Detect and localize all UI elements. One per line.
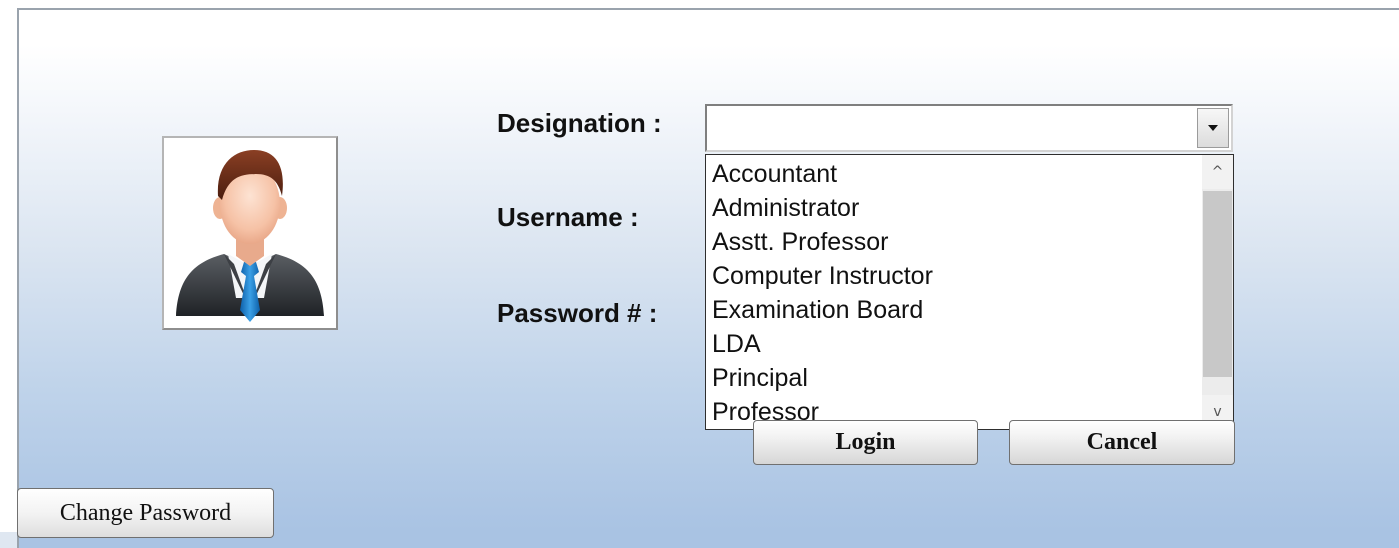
dropdown-toggle-button[interactable] xyxy=(1197,108,1229,148)
dropdown-items: Accountant Administrator Asstt. Professor C… xyxy=(706,155,1202,429)
login-window: Designation : Username : Password # : Ac… xyxy=(0,0,1399,548)
chevron-up-icon: ^ xyxy=(1211,164,1224,180)
user-avatar-icon xyxy=(176,150,324,322)
chevron-down-icon: v xyxy=(1213,404,1222,420)
dropdown-scrollbar[interactable]: ^ v xyxy=(1202,155,1233,429)
avatar xyxy=(162,136,338,330)
password-label: Password # : xyxy=(497,298,658,328)
cancel-button[interactable]: Cancel xyxy=(1009,420,1235,465)
dropdown-option[interactable]: Asstt. Professor xyxy=(706,225,1202,259)
designation-label: Designation : xyxy=(497,108,662,138)
scroll-thumb[interactable] xyxy=(1203,191,1232,377)
username-label: Username : xyxy=(497,202,639,232)
dropdown-option[interactable]: Computer Instructor xyxy=(706,259,1202,293)
chevron-down-icon xyxy=(1208,125,1218,131)
dropdown-option[interactable]: Examination Board xyxy=(706,293,1202,327)
designation-dropdown-list[interactable]: Accountant Administrator Asstt. Professor C… xyxy=(705,154,1234,430)
dropdown-option[interactable]: Principal xyxy=(706,361,1202,395)
login-button[interactable]: Login xyxy=(753,420,978,465)
dropdown-option[interactable]: Accountant xyxy=(706,157,1202,191)
scroll-up-button[interactable]: ^ xyxy=(1202,155,1233,189)
dropdown-option[interactable]: Administrator xyxy=(706,191,1202,225)
change-password-button[interactable]: Change Password xyxy=(17,488,274,538)
dropdown-option[interactable]: LDA xyxy=(706,327,1202,361)
designation-select[interactable] xyxy=(705,104,1233,152)
